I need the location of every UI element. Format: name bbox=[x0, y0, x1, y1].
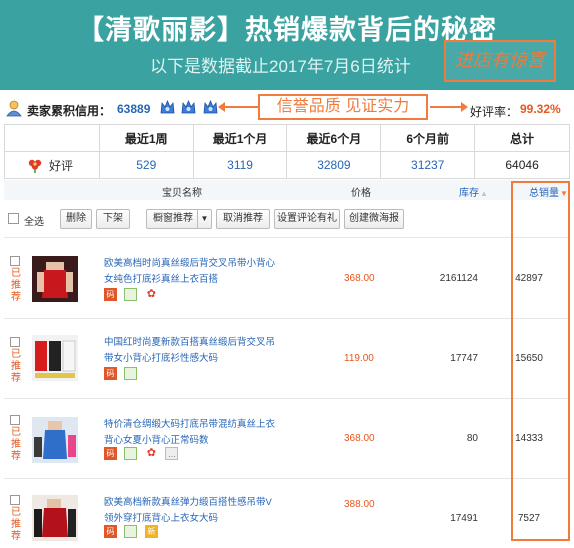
column-name-header: 宝贝名称 bbox=[162, 188, 202, 199]
product-price: 388.00 bbox=[344, 499, 375, 510]
credit-label: 卖家累积信用： bbox=[27, 104, 112, 118]
product-title-link[interactable]: 欧美高档新款真丝弹力缎百搭性感吊带V领外穿打底背心上衣女大码 bbox=[104, 495, 276, 527]
arrow-left-icon bbox=[218, 102, 258, 112]
rating-header-row: 最近1周 最近1个月 最近6个月 6个月前 总计 bbox=[4, 124, 570, 152]
row-checkbox[interactable] bbox=[10, 337, 20, 347]
recommended-status: 已推荐 bbox=[11, 507, 21, 542]
stock-header-label: 库存 bbox=[459, 188, 479, 199]
rating-value[interactable]: 529 bbox=[98, 151, 194, 179]
product-badges: 码 新 bbox=[104, 525, 161, 538]
select-all-label: 全选 bbox=[24, 217, 44, 228]
arrow-right-icon bbox=[430, 102, 468, 112]
crown-icon bbox=[160, 99, 175, 115]
rating-header: 最近6个月 bbox=[286, 124, 382, 152]
product-row: 已推荐 欧美高档新款真丝弹力缎百搭性感吊带V领外穿打底背心上衣女大码 码 新 3… bbox=[4, 478, 570, 548]
badge-code: 码 bbox=[104, 525, 117, 538]
product-price: 368.00 bbox=[344, 273, 375, 284]
product-row: 已推荐 中国红时尚夏新款百搭真丝缎后背交叉吊带女小背心打底衫性感大码 码 119… bbox=[4, 318, 570, 398]
rating-header: 6个月前 bbox=[380, 124, 476, 152]
rate-label: 好评率： bbox=[470, 105, 519, 119]
rating-value[interactable]: 32809 bbox=[286, 151, 382, 179]
product-badges: 码 ✿ … bbox=[104, 447, 181, 460]
rating-header: 最近1周 bbox=[98, 124, 194, 152]
flower-icon: ✿ bbox=[144, 288, 158, 301]
crown-icon bbox=[203, 99, 218, 115]
set-review-gift-button[interactable]: 设置评论有礼 bbox=[274, 209, 340, 229]
product-table-header: 宝贝名称 价格 库存▲ 总销量▼ bbox=[4, 180, 570, 200]
recommended-status: 已推荐 bbox=[11, 427, 21, 462]
product-stock: 2161124 bbox=[439, 273, 478, 284]
create-poster-button[interactable]: 创建微海报 bbox=[344, 209, 404, 229]
rating-row-label: 好评 bbox=[4, 151, 100, 179]
product-row: 已推荐 特价清仓绸缎大码打底吊带混纺真丝上衣背心女夏小背心正常码数 码 ✿ … … bbox=[4, 398, 570, 478]
badge-new: 新 bbox=[144, 525, 158, 538]
product-price: 119.00 bbox=[344, 353, 374, 364]
showcase-dropdown[interactable]: 橱窗推荐 ▼ bbox=[146, 209, 212, 229]
delete-button[interactable]: 删除 bbox=[60, 209, 92, 229]
product-price: 368.00 bbox=[344, 433, 375, 444]
row-checkbox[interactable] bbox=[10, 495, 20, 505]
row-checkbox[interactable] bbox=[10, 415, 20, 425]
sales-highlight-box bbox=[511, 181, 570, 541]
rating-value[interactable]: 3119 bbox=[192, 151, 288, 179]
rate-value: 99.32% bbox=[520, 102, 561, 116]
select-all-checkbox[interactable] bbox=[8, 213, 19, 224]
product-title-link[interactable]: 中国红时尚夏新款百搭真丝缎后背交叉吊带女小背心打底衫性感大码 bbox=[104, 335, 276, 367]
seller-icon bbox=[6, 100, 22, 117]
reputation-callout: 信誉品质 见证实力 bbox=[258, 94, 428, 120]
promo-banner: 【清歌丽影】热销爆款背后的秘密 以下是数据截止2017年7月6日统计 进店有惊喜 bbox=[0, 0, 574, 90]
batch-toolbar: 全选 删除 下架 橱窗推荐 ▼ 取消推荐 设置评论有礼 创建微海报 bbox=[4, 206, 570, 232]
dropdown-arrow-icon: ▼ bbox=[197, 210, 211, 228]
column-price-header[interactable]: 价格 bbox=[351, 184, 371, 199]
flower-icon: ✿ bbox=[144, 447, 158, 460]
rating-good-label: 好评 bbox=[49, 158, 74, 173]
mobile-icon bbox=[124, 447, 138, 460]
badge-code: 码 bbox=[104, 367, 117, 380]
mobile-icon bbox=[124, 367, 138, 380]
recommended-status: 已推荐 bbox=[11, 268, 21, 303]
mobile-icon bbox=[124, 525, 138, 538]
rating-header: 最近1个月 bbox=[192, 124, 288, 152]
badge-code: 码 bbox=[104, 447, 117, 460]
product-thumbnail[interactable] bbox=[32, 335, 78, 381]
cancel-recommend-button[interactable]: 取消推荐 bbox=[216, 209, 270, 229]
product-thumbnail[interactable] bbox=[32, 256, 78, 302]
product-thumbnail[interactable] bbox=[32, 495, 78, 541]
seller-credit-row: 卖家累积信用： 63889 信誉品质 见证实力 好评率： 99.32% bbox=[0, 94, 574, 124]
banner-subtitle: 以下是数据截止2017年7月6日统计 bbox=[150, 57, 411, 76]
product-title-link[interactable]: 欧美高档时尚真丝缎后背交叉吊带小背心女纯色打底衫真丝上衣百搭 bbox=[104, 256, 276, 288]
product-badges: 码 bbox=[104, 367, 140, 380]
recommended-status: 已推荐 bbox=[11, 349, 21, 384]
product-stock: 80 bbox=[466, 433, 478, 444]
rating-good-row: 好评 529 3119 32809 31237 64046 bbox=[4, 151, 570, 179]
crown-icon bbox=[181, 99, 196, 115]
rating-header: 总计 bbox=[474, 124, 570, 152]
rating-table: 最近1周 最近1个月 最近6个月 6个月前 总计 好评 529 3119 328… bbox=[4, 124, 570, 179]
rating-value[interactable]: 31237 bbox=[380, 151, 476, 179]
product-thumbnail[interactable] bbox=[32, 417, 78, 463]
badge-code: 码 bbox=[104, 288, 117, 301]
column-stock-header[interactable]: 库存▲ bbox=[459, 184, 488, 199]
row-checkbox[interactable] bbox=[10, 256, 20, 266]
showcase-label: 橱窗推荐 bbox=[153, 213, 193, 224]
red-flower-icon bbox=[28, 159, 42, 173]
product-row: 已推荐 欧美高档时尚真丝缎后背交叉吊带小背心女纯色打底衫真丝上衣百搭 码 ✿ 3… bbox=[4, 237, 570, 318]
offshelf-button[interactable]: 下架 bbox=[96, 209, 130, 229]
product-stock: 17491 bbox=[450, 513, 478, 524]
mobile-icon bbox=[124, 288, 138, 301]
shop-surprise-stamp[interactable]: 进店有惊喜 bbox=[444, 40, 556, 82]
product-title-link[interactable]: 特价清仓绸缎大码打底吊带混纺真丝上衣背心女夏小背心正常码数 bbox=[104, 417, 276, 449]
rating-corner-cell bbox=[4, 124, 100, 152]
more-icon[interactable]: … bbox=[165, 447, 179, 460]
product-stock: 17747 bbox=[450, 353, 478, 364]
product-badges: 码 ✿ bbox=[104, 288, 161, 301]
sort-up-icon: ▲ bbox=[480, 189, 488, 198]
credit-value[interactable]: 63889 bbox=[117, 102, 150, 116]
crown-rank-icons bbox=[160, 99, 220, 117]
rating-total: 64046 bbox=[474, 151, 570, 179]
